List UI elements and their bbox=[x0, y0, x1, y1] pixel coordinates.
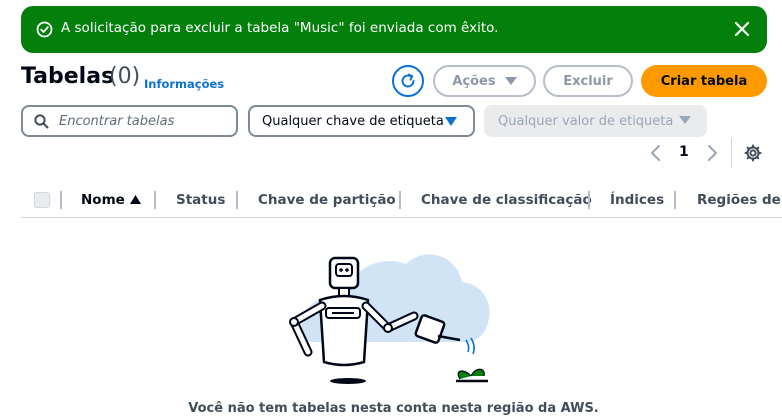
gear-icon[interactable] bbox=[744, 144, 762, 162]
pagination-divider bbox=[731, 138, 732, 168]
actions-button-label: Ações bbox=[452, 73, 496, 89]
column-divider bbox=[674, 191, 676, 209]
column-header-indexes[interactable]: Índices bbox=[610, 192, 664, 208]
page-title: Tabelas bbox=[21, 64, 115, 89]
next-page-icon[interactable] bbox=[704, 143, 720, 163]
search-icon bbox=[34, 114, 49, 129]
tag-key-select-label: Qualquer chave de etiqueta bbox=[262, 113, 444, 129]
search-input[interactable] bbox=[59, 112, 229, 130]
refresh-button[interactable] bbox=[392, 65, 424, 97]
column-divider bbox=[236, 191, 238, 209]
select-all-checkbox bbox=[34, 192, 50, 208]
info-link[interactable]: Informações bbox=[144, 77, 224, 91]
column-divider bbox=[399, 191, 401, 209]
flash-message: A solicitação para excluir a tabela "Mus… bbox=[61, 20, 499, 36]
column-divider bbox=[60, 191, 62, 209]
success-flash-notification: A solicitação para excluir a tabela "Mus… bbox=[21, 6, 767, 53]
caret-down-icon bbox=[445, 117, 457, 126]
create-table-button[interactable]: Criar tabela bbox=[641, 65, 767, 97]
empty-state-message: Você não tem tabelas nesta conta nesta r… bbox=[188, 401, 599, 416]
table-count: (0) bbox=[109, 64, 141, 89]
column-divider bbox=[154, 191, 156, 209]
close-icon[interactable] bbox=[731, 18, 753, 40]
column-header-name[interactable]: Nome bbox=[81, 192, 125, 208]
column-header-status[interactable]: Status bbox=[176, 192, 225, 208]
caret-down-icon bbox=[679, 116, 691, 124]
robot-watering-plant-illustration bbox=[289, 254, 490, 384]
actions-button[interactable]: Ações bbox=[433, 65, 536, 97]
column-header-partition-key[interactable]: Chave de partição bbox=[258, 192, 396, 208]
table-header: Nome Status Chave de partição Chave de c… bbox=[21, 184, 782, 218]
current-page-number[interactable]: 1 bbox=[679, 144, 689, 160]
column-header-regions[interactable]: Regiões de bbox=[697, 192, 781, 208]
previous-page-icon[interactable] bbox=[648, 143, 664, 163]
column-divider bbox=[588, 191, 590, 209]
success-check-icon bbox=[36, 21, 53, 38]
refresh-icon bbox=[401, 73, 415, 88]
tag-value-select: Qualquer valor de etiqueta bbox=[484, 105, 707, 137]
sort-ascending-icon[interactable] bbox=[130, 195, 141, 204]
tag-value-select-label: Qualquer valor de etiqueta bbox=[498, 113, 674, 129]
delete-button-label: Excluir bbox=[563, 73, 613, 89]
create-table-button-label: Criar tabela bbox=[660, 73, 748, 89]
tag-key-select[interactable]: Qualquer chave de etiqueta bbox=[248, 105, 475, 137]
caret-down-icon bbox=[504, 77, 517, 85]
search-field[interactable] bbox=[21, 105, 238, 137]
column-header-sort-key[interactable]: Chave de classificação bbox=[421, 192, 592, 208]
delete-button[interactable]: Excluir bbox=[543, 65, 633, 97]
